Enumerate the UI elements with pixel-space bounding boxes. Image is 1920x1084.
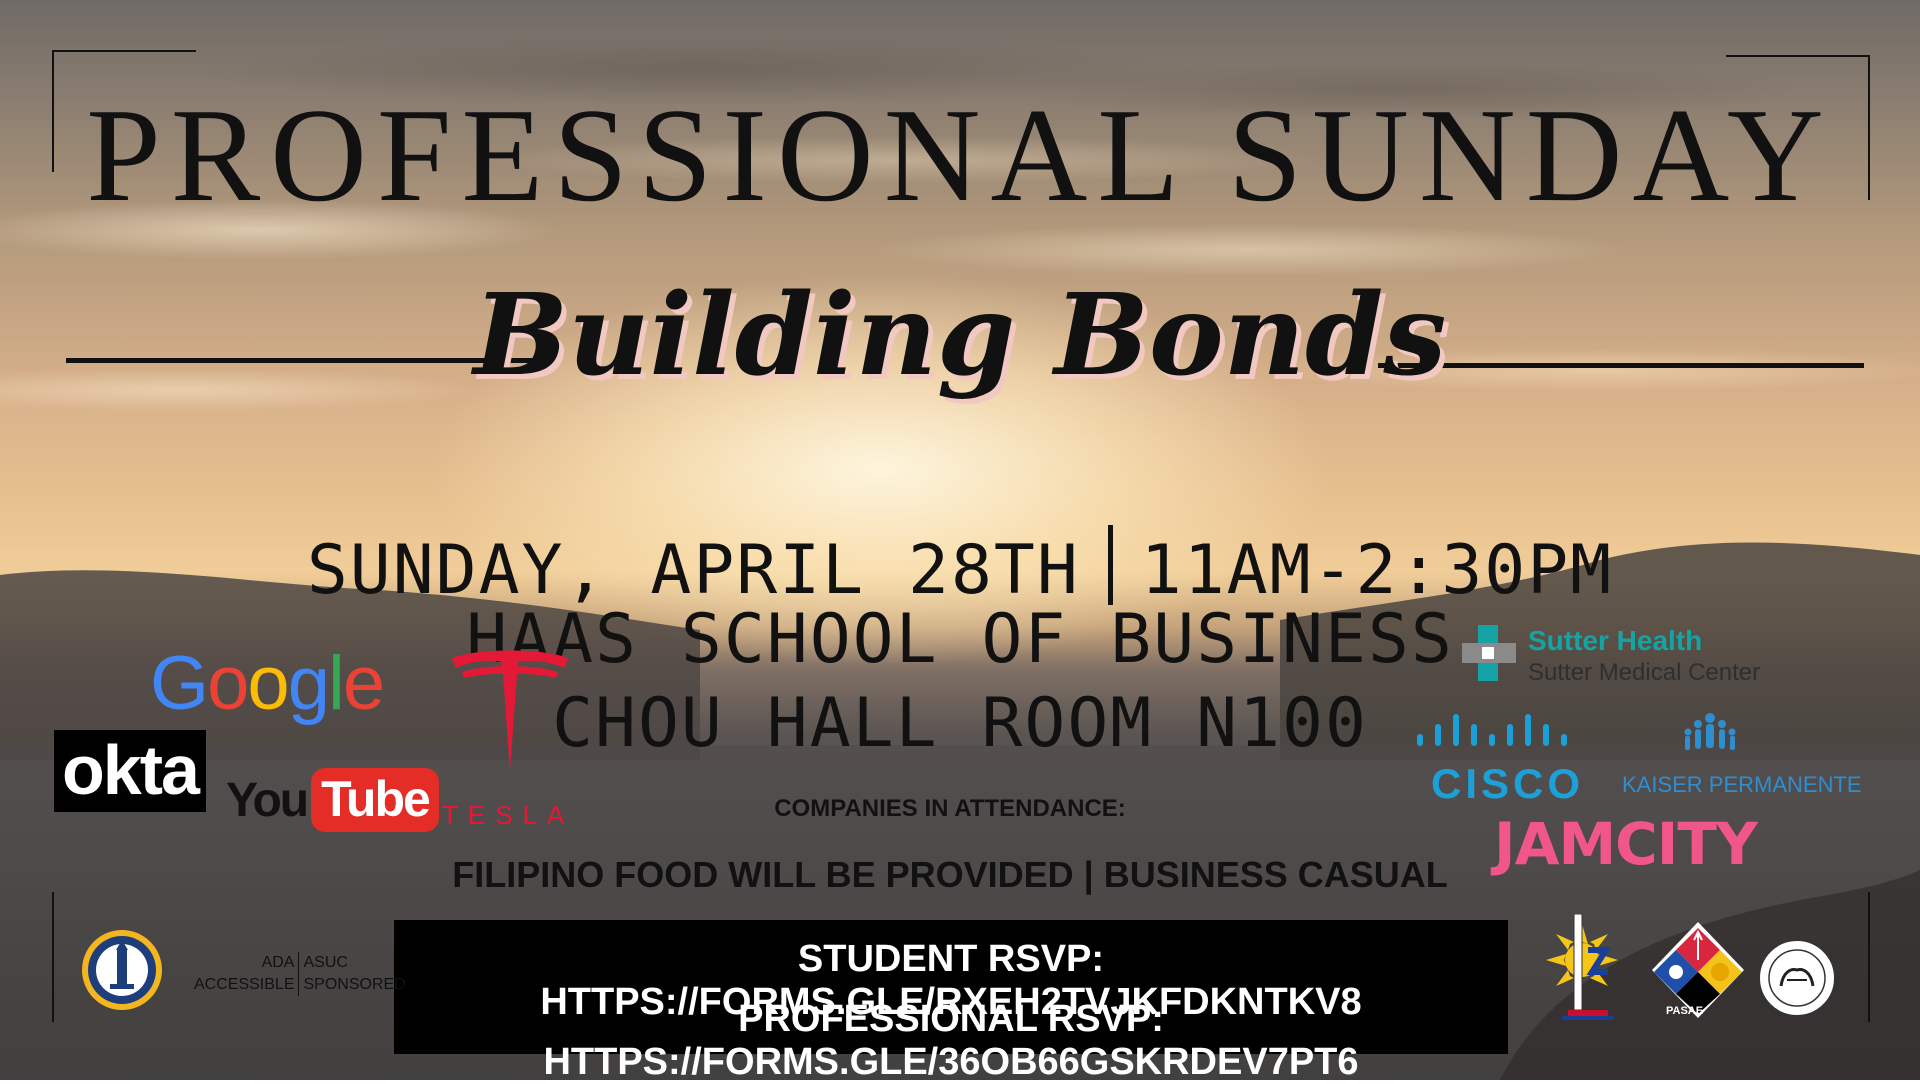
pasae-label: PASAE	[1666, 1005, 1704, 1017]
google-letter: o	[207, 641, 249, 726]
event-time: 11AM-2:30PM	[1140, 531, 1614, 610]
ada-asuc-notice: ADA ASUC ACCESSIBLE SPONSORED	[190, 952, 410, 996]
google-letter: l	[327, 641, 345, 726]
kaiser-people-icon	[1684, 713, 1736, 750]
google-logo: Google	[150, 640, 385, 727]
asuc-label: ASUC	[303, 954, 348, 971]
google-letter: g	[287, 641, 330, 726]
okta-logo: okta	[54, 730, 206, 812]
jamcity-logo: JAMCITY	[1494, 810, 1758, 878]
frame-corner-bottom-left	[52, 892, 64, 1022]
frame-corner-bottom-right	[1858, 892, 1870, 1022]
pilipino-network-logo	[1532, 913, 1632, 1028]
ada-label: ADA	[190, 952, 300, 974]
tesla-wordmark: TESLA	[442, 800, 575, 830]
sutter-health-name: Sutter Health	[1528, 625, 1703, 656]
cisco-wordmark: CISCO	[1431, 760, 1585, 807]
accessible-label: ACCESSIBLE	[190, 974, 300, 996]
sutter-medical-center: Sutter Medical Center	[1528, 659, 1761, 686]
uc-seal-icon	[80, 928, 164, 1016]
event-date: SUNDAY, APRIL 28TH	[306, 531, 1080, 610]
google-letter: G	[150, 641, 209, 726]
cisco-logo: CISCO	[1415, 710, 1580, 807]
kaiser-wordmark: KAISER PERMANENTE	[1622, 772, 1862, 797]
event-title: PROFESSIONAL SUNDAY	[86, 81, 1834, 229]
professional-rsvp-link[interactable]: PROFESSIONAL RSVP: HTTPS://FORMS.GLE/36O…	[394, 998, 1508, 1084]
date-time-line: SUNDAY, APRIL 28TH 11AM-2:30PM	[0, 525, 1920, 605]
cisco-bars-icon	[1417, 714, 1567, 746]
google-letter: o	[247, 641, 289, 726]
pahc-seal-icon	[1757, 938, 1837, 1022]
google-wordmark: Google	[150, 641, 385, 726]
tesla-t-icon	[448, 650, 572, 778]
youtube-logo: You Tube	[226, 768, 439, 838]
date-time-separator	[1107, 525, 1113, 605]
sutter-cross-icon	[1462, 625, 1516, 681]
event-subtitle: Building Bonds	[473, 270, 1447, 401]
sponsored-label: SPONSORED	[303, 976, 406, 993]
youtube-tube: Tube	[311, 768, 439, 832]
rsvp-box: STUDENT RSVP: HTTPS://FORMS.GLE/RXEH2TVJ…	[394, 920, 1508, 1083]
sutter-health-logo: Sutter Health Sutter Medical Center	[1458, 625, 1760, 686]
youtube-you: You	[226, 773, 309, 827]
google-letter: e	[342, 641, 385, 726]
